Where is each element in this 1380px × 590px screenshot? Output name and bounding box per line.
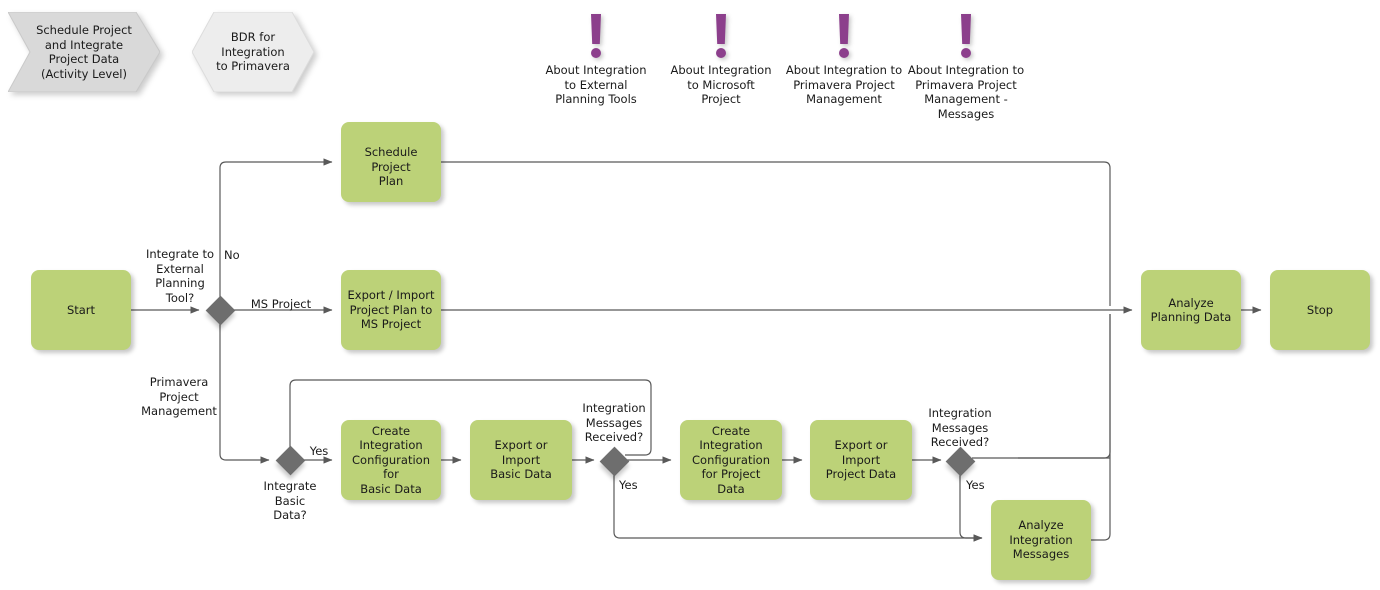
annotation-about-external-planning[interactable]: About Integration to External Planning T… bbox=[536, 14, 656, 107]
annotation-about-primavera-messages[interactable]: About Integration to Primavera Project M… bbox=[898, 14, 1034, 121]
task-start[interactable]: Start bbox=[31, 270, 131, 350]
flowchart-canvas: Schedule Project and Integrate Project D… bbox=[0, 0, 1380, 590]
edge-label-yes-basic: Yes bbox=[309, 444, 329, 458]
task-label: Start bbox=[66, 302, 96, 317]
task-stop[interactable]: Stop bbox=[1270, 270, 1370, 350]
task-label: Export / Import Project Plan to MS Proje… bbox=[347, 288, 435, 332]
task-label: Export or Import Project Data bbox=[825, 438, 897, 482]
gateway-messages-received-project[interactable] bbox=[945, 446, 975, 476]
task-label: Create Integration Configuration for Bas… bbox=[352, 423, 430, 496]
gateway-question-messages-project: Integration Messages Received? bbox=[928, 406, 992, 449]
gateway-messages-received-basic[interactable] bbox=[599, 446, 629, 476]
exclamation-icon bbox=[833, 14, 855, 59]
task-export-import-ms-project[interactable]: Export / Import Project Plan to MS Proje… bbox=[341, 270, 441, 350]
annotation-about-primavera[interactable]: About Integration to Primavera Project M… bbox=[778, 14, 910, 107]
annotation-label: About Integration to External Planning T… bbox=[545, 63, 647, 106]
exclamation-icon bbox=[585, 14, 607, 59]
gateway-question-integrate-basic: Integrate Basic Data? bbox=[263, 479, 317, 522]
annotation-about-microsoft-project[interactable]: About Integration to Microsoft Project bbox=[662, 14, 780, 107]
pool-header-label: Schedule Project and Integrate Project D… bbox=[36, 23, 132, 81]
edge-label-yes-messages-project: Yes bbox=[966, 478, 985, 492]
task-label: Schedule Project Plan bbox=[364, 145, 418, 188]
edge-label-yes-messages-basic: Yes bbox=[619, 478, 638, 492]
annotation-label: About Integration to Primavera Project M… bbox=[785, 63, 903, 106]
edge-label-ms-project: MS Project bbox=[250, 297, 312, 311]
task-create-config-project-data[interactable]: Create Integration Configuration for Pro… bbox=[680, 420, 782, 500]
edge-label-no: No bbox=[224, 248, 240, 262]
pool-header-schedule-project: Schedule Project and Integrate Project D… bbox=[8, 12, 160, 92]
task-label: Analyze Integration Messages bbox=[1009, 518, 1073, 562]
lane-header-bdr-primavera: BDR for Integration to Primavera bbox=[192, 12, 314, 92]
annotation-label: About Integration to Primavera Project M… bbox=[907, 63, 1025, 121]
task-create-config-basic-data[interactable]: Create Integration Configuration for Bas… bbox=[341, 420, 441, 500]
task-label: Analyze Planning Data bbox=[1150, 295, 1232, 325]
lane-header-label: BDR for Integration to Primavera bbox=[216, 30, 290, 74]
edge-label-primavera-project-management: Primavera Project Management bbox=[141, 375, 217, 418]
gateway-integrate-basic-data[interactable] bbox=[275, 445, 305, 475]
task-label: Create Integration Configuration for Pro… bbox=[692, 423, 770, 496]
task-label: Stop bbox=[1306, 302, 1334, 317]
exclamation-icon bbox=[955, 14, 977, 59]
task-export-import-basic-data[interactable]: Export or Import Basic Data bbox=[470, 420, 572, 500]
gateway-question-integrate-external: Integrate to External Planning Tool? bbox=[145, 247, 215, 305]
gateway-question-messages-basic: Integration Messages Received? bbox=[582, 401, 646, 444]
task-analyze-planning-data[interactable]: Analyze Planning Data bbox=[1141, 270, 1241, 350]
task-export-import-project-data[interactable]: Export or Import Project Data bbox=[810, 420, 912, 500]
exclamation-icon bbox=[710, 14, 732, 59]
annotation-label: About Integration to Microsoft Project bbox=[670, 63, 772, 106]
task-schedule-project-plan[interactable]: Schedule Project Plan bbox=[341, 122, 441, 202]
task-analyze-integration-messages[interactable]: Analyze Integration Messages bbox=[991, 500, 1091, 580]
task-label: Export or Import Basic Data bbox=[490, 438, 552, 482]
